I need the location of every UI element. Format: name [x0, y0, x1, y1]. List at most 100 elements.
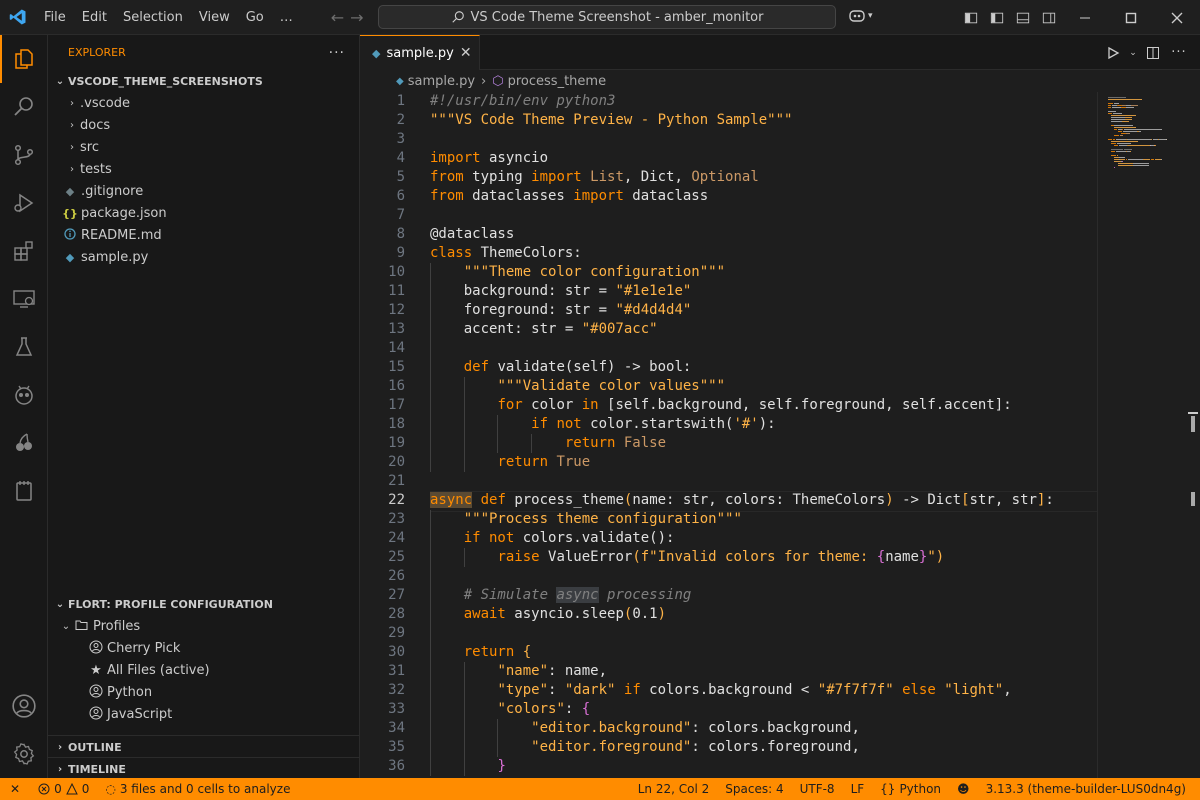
- folder-vscode[interactable]: › .vscode: [48, 92, 359, 114]
- notepad-icon[interactable]: [0, 467, 48, 515]
- code-line[interactable]: 32 "type": "dark" if colors.background <…: [360, 681, 1097, 700]
- code-line[interactable]: 35 "editor.foreground": colors.foregroun…: [360, 738, 1097, 757]
- layout-custom-icon[interactable]: [958, 0, 984, 35]
- code-line[interactable]: 27 # Simulate async processing: [360, 586, 1097, 605]
- maximize-icon[interactable]: [1108, 0, 1154, 35]
- forward-arrow-icon[interactable]: →: [350, 8, 363, 27]
- code-line[interactable]: 6 from dataclasses import dataclass: [360, 187, 1097, 206]
- chevron-down-icon[interactable]: ⌄: [1128, 48, 1138, 58]
- code-line[interactable]: 31 "name": name,: [360, 662, 1097, 681]
- menu-view[interactable]: View: [191, 0, 238, 35]
- explorer-icon[interactable]: [0, 35, 48, 83]
- platformio-icon[interactable]: [0, 371, 48, 419]
- profile-item[interactable]: ★ All Files (active): [48, 659, 359, 681]
- profile-item[interactable]: Python: [48, 681, 359, 703]
- code-line[interactable]: 10 """Theme color configuration""": [360, 263, 1097, 282]
- timeline-section-header[interactable]: › TIMELINE: [48, 758, 359, 780]
- outline-section-header[interactable]: › OUTLINE: [48, 736, 359, 758]
- toggle-panel-icon[interactable]: [1010, 0, 1036, 35]
- folder-docs[interactable]: › docs: [48, 114, 359, 136]
- file-gitignore[interactable]: ◆ .gitignore: [48, 180, 359, 202]
- code-line[interactable]: 28 await asyncio.sleep(0.1): [360, 605, 1097, 624]
- language-mode[interactable]: {} Python: [872, 778, 949, 800]
- code-line[interactable]: 7: [360, 206, 1097, 225]
- code-line[interactable]: 22 async def process_theme(name: str, col…: [360, 491, 1097, 512]
- menu-selection[interactable]: Selection: [115, 0, 191, 35]
- copilot-button[interactable]: ▾: [848, 8, 873, 24]
- close-window-icon[interactable]: [1154, 0, 1200, 35]
- accounts-icon[interactable]: [0, 682, 48, 730]
- more-actions-icon[interactable]: ···: [1168, 45, 1190, 60]
- minimap[interactable]: [1097, 92, 1187, 778]
- menu-edit[interactable]: Edit: [74, 0, 115, 35]
- cursor-position[interactable]: Ln 22, Col 2: [630, 778, 718, 800]
- end-of-line[interactable]: LF: [843, 778, 873, 800]
- flort-section-header[interactable]: ⌄ FLORT: PROFILE CONFIGURATION: [48, 593, 359, 615]
- code-line[interactable]: 18 if not color.startswith('#'):: [360, 415, 1097, 434]
- python-interpreter[interactable]: 3.13.3 (theme-builder-LUS0dn4g): [978, 778, 1200, 800]
- code-line[interactable]: 2 """VS Code Theme Preview - Python Sampl…: [360, 111, 1097, 130]
- minimize-icon[interactable]: [1062, 0, 1108, 35]
- back-arrow-icon[interactable]: ←: [331, 8, 344, 27]
- profile-item[interactable]: JavaScript: [48, 703, 359, 725]
- code-line[interactable]: 36 }: [360, 757, 1097, 776]
- file-readme[interactable]: README.md: [48, 224, 359, 246]
- code-line[interactable]: 12 foreground: str = "#d4d4d4": [360, 301, 1097, 320]
- code-line[interactable]: 9 class ThemeColors:: [360, 244, 1097, 263]
- menu-more[interactable]: …: [272, 0, 301, 35]
- folder-tests[interactable]: › tests: [48, 158, 359, 180]
- testing-icon[interactable]: [0, 323, 48, 371]
- code-line[interactable]: 24 if not colors.validate():: [360, 529, 1097, 548]
- code-line[interactable]: 21: [360, 472, 1097, 491]
- extensions-icon[interactable]: [0, 227, 48, 275]
- file-package-json[interactable]: {} package.json: [48, 202, 359, 224]
- code-line[interactable]: 19 return False: [360, 434, 1097, 453]
- code-line[interactable]: 34 "editor.background": colors.backgroun…: [360, 719, 1097, 738]
- tab-sample-py[interactable]: ◆ sample.py ✕: [360, 35, 480, 70]
- code-line[interactable]: 13 accent: str = "#007acc": [360, 320, 1097, 339]
- folder-src[interactable]: › src: [48, 136, 359, 158]
- code-line[interactable]: 5 from typing import List, Dict, Optional: [360, 168, 1097, 187]
- code-line[interactable]: 14: [360, 339, 1097, 358]
- analysis-status[interactable]: ◌ 3 files and 0 cells to analyze: [97, 778, 298, 800]
- toggle-secondary-sidebar-icon[interactable]: [1036, 0, 1062, 35]
- toggle-sidebar-icon[interactable]: [984, 0, 1010, 35]
- run-python-icon[interactable]: [1102, 46, 1124, 60]
- code-line[interactable]: 23 """Process theme configuration""": [360, 510, 1097, 529]
- menu-go[interactable]: Go: [238, 0, 272, 35]
- source-control-icon[interactable]: [0, 131, 48, 179]
- code-line[interactable]: 3: [360, 130, 1097, 149]
- run-debug-icon[interactable]: [0, 179, 48, 227]
- problems-indicator[interactable]: 0 0: [30, 778, 97, 800]
- cherry-icon[interactable]: [0, 419, 48, 467]
- code-line[interactable]: 11 background: str = "#1e1e1e": [360, 282, 1097, 301]
- code-line[interactable]: 33 "colors": {: [360, 700, 1097, 719]
- code-line[interactable]: 25 raise ValueError(f"Invalid colors for…: [360, 548, 1097, 567]
- close-tab-icon[interactable]: ✕: [460, 45, 472, 61]
- code-line[interactable]: 17 for color in [self.background, self.f…: [360, 396, 1097, 415]
- menu-file[interactable]: File: [36, 0, 74, 35]
- settings-gear-icon[interactable]: [0, 730, 48, 778]
- remote-explorer-icon[interactable]: [0, 275, 48, 323]
- workspace-section-header[interactable]: ⌄ VSCODE_THEME_SCREENSHOTS: [48, 70, 359, 92]
- code-line[interactable]: 20 return True: [360, 453, 1097, 472]
- more-actions-icon[interactable]: ···: [329, 45, 345, 61]
- code-editor[interactable]: 1 #!/usr/bin/env python3 2 """VS Code Theme…: [360, 92, 1097, 778]
- split-editor-icon[interactable]: [1142, 46, 1164, 60]
- breadcrumb-symbol[interactable]: process_theme: [508, 74, 606, 89]
- code-line[interactable]: 16 """Validate color values""": [360, 377, 1097, 396]
- code-line[interactable]: 4 import asyncio: [360, 149, 1097, 168]
- vscode-logo-icon[interactable]: [0, 0, 36, 35]
- code-line[interactable]: 26: [360, 567, 1097, 586]
- indentation[interactable]: Spaces: 4: [717, 778, 791, 800]
- code-line[interactable]: 15 def validate(self) -> bool:: [360, 358, 1097, 377]
- code-line[interactable]: 29: [360, 624, 1097, 643]
- code-line[interactable]: 8 @dataclass: [360, 225, 1097, 244]
- profiles-folder[interactable]: ⌄ Profiles: [48, 615, 359, 637]
- editor-scrollbar[interactable]: [1186, 92, 1200, 778]
- remote-indicator[interactable]: ✕: [0, 778, 30, 800]
- file-sample-py[interactable]: ◆ sample.py: [48, 246, 359, 268]
- code-line[interactable]: 30 return {: [360, 643, 1097, 662]
- command-center-search[interactable]: VS Code Theme Screenshot - amber_monitor: [378, 5, 836, 29]
- breadcrumb-file[interactable]: sample.py: [408, 74, 475, 89]
